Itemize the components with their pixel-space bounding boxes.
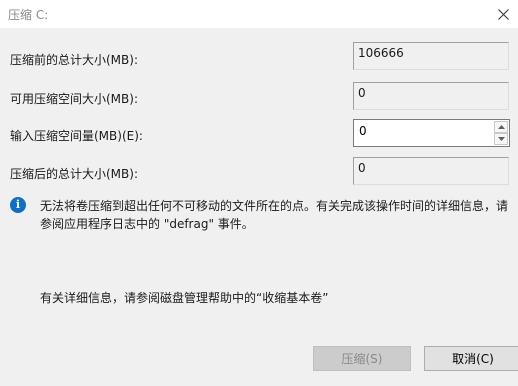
- help-reference-text: 有关详细信息，请参阅磁盘管理帮助中的“收缩基本卷”: [40, 291, 329, 305]
- title-bar: 压缩 C:: [0, 0, 518, 28]
- shrink-amount-input[interactable]: 0: [359, 124, 367, 138]
- chevron-up-icon: [497, 125, 505, 129]
- window-title: 压缩 C:: [8, 8, 49, 22]
- close-icon: [497, 8, 509, 20]
- info-message: 无法将卷压缩到超出任何不可移动的文件所在的点。有关完成该操作时间的详细信息，请参…: [40, 199, 509, 231]
- cancel-button[interactable]: 取消(C): [424, 346, 518, 371]
- available-shrink-space-label: 可用压缩空间大小(MB):: [10, 92, 138, 106]
- chevron-down-icon: [497, 137, 505, 141]
- total-size-after-label: 压缩后的总计大小(MB):: [10, 167, 138, 181]
- available-shrink-space-value: 0: [353, 82, 509, 110]
- total-size-after-value: 0: [353, 157, 509, 185]
- info-icon: i: [10, 197, 26, 213]
- shrink-amount-label: 输入压缩空间量(MB)(E):: [10, 129, 143, 143]
- close-button[interactable]: [488, 0, 518, 28]
- shrink-button[interactable]: 压缩(S): [313, 346, 411, 371]
- spin-down-button[interactable]: [494, 133, 508, 145]
- spin-up-button[interactable]: [494, 121, 508, 133]
- shrink-amount-stepper[interactable]: 0: [353, 119, 510, 147]
- total-size-before-value: 106666: [353, 42, 509, 70]
- total-size-before-label: 压缩前的总计大小(MB):: [10, 53, 138, 67]
